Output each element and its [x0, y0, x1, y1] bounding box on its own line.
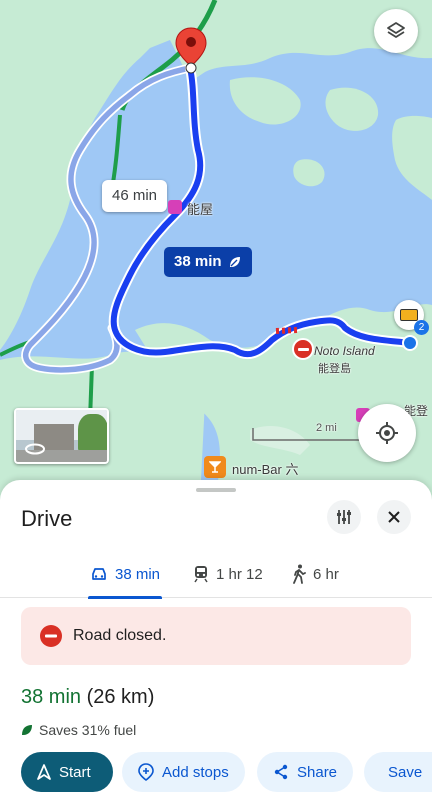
start-button[interactable]: Start — [21, 752, 113, 792]
close-icon — [388, 511, 400, 523]
hotel-poi-icon[interactable] — [168, 200, 182, 214]
sheet-drag-handle[interactable] — [196, 488, 236, 492]
walk-icon — [293, 564, 306, 584]
save-button[interactable]: Save — [364, 752, 432, 792]
tab-drive[interactable]: 38 min — [88, 550, 163, 599]
add-stops-label: Add stops — [162, 763, 229, 781]
add-location-icon — [138, 763, 154, 781]
save-label: Save — [388, 763, 423, 781]
route-duration: 38 min — [21, 686, 82, 708]
my-location-icon — [376, 422, 398, 444]
eco-leaf-icon — [229, 257, 240, 267]
no-entry-icon — [40, 625, 62, 647]
share-icon — [274, 764, 288, 780]
sheet-title: Drive — [21, 506, 73, 531]
train-icon — [194, 566, 208, 583]
street-view-thumbnail[interactable] — [14, 408, 109, 464]
place-label-noto-jp: 能登島 — [318, 363, 351, 375]
tab-transit[interactable]: 1 hr 12 — [193, 550, 263, 598]
road-closed-marker-icon[interactable] — [292, 338, 314, 360]
road-closed-alert[interactable]: Road closed. — [21, 607, 411, 665]
add-stops-button[interactable]: Add stops — [122, 752, 245, 792]
travel-mode-tabs: 38 min 1 hr 12 6 hr — [0, 550, 432, 599]
layers-button[interactable] — [374, 9, 418, 53]
close-button[interactable] — [377, 500, 411, 534]
map-view[interactable]: 46 min 38 min 能屋 Noto Island 能登島 能登 2 mi… — [0, 0, 432, 500]
my-location-button[interactable] — [358, 404, 416, 462]
tab-drive-label: 38 min — [115, 565, 161, 583]
vehicle-count-badge: 2 — [414, 320, 429, 335]
place-label-bar: num-Bar 六 — [232, 462, 299, 477]
fuel-savings-text: Saves 31% fuel — [39, 722, 137, 738]
alert-text: Road closed. — [73, 627, 167, 644]
main-route-time-label[interactable]: 38 min — [164, 247, 252, 277]
active-tab-indicator — [88, 596, 163, 599]
car-icon — [92, 568, 106, 580]
place-label-noto-island: Noto Island — [314, 344, 375, 358]
bar-poi-icon[interactable] — [204, 456, 226, 478]
destination-pin-icon[interactable] — [174, 26, 208, 74]
main-route-time-text: 38 min — [174, 253, 222, 270]
tab-walk[interactable]: 6 hr — [292, 550, 339, 598]
scale-label: 2 mi — [316, 422, 337, 434]
tab-transit-label: 1 hr 12 — [216, 565, 263, 583]
directions-sheet: Drive 38 min 1 hr 12 6 hr Road closed. 3… — [0, 480, 432, 800]
fuel-savings: Saves 31% fuel — [21, 722, 136, 738]
navigation-arrow-icon — [37, 764, 51, 780]
tune-icon — [337, 510, 351, 524]
eco-leaf-icon — [22, 725, 32, 735]
share-button[interactable]: Share — [257, 752, 354, 792]
rotate-360-icon — [25, 443, 45, 455]
share-label: Share — [297, 763, 338, 781]
place-label-noya: 能屋 — [187, 202, 214, 217]
action-chips: Start Add stops Share Save — [0, 752, 432, 794]
layers-icon — [387, 22, 405, 38]
tab-walk-label: 6 hr — [313, 565, 339, 583]
start-label: Start — [59, 763, 91, 781]
route-summary: 38 min (26 km) — [21, 686, 154, 709]
route-distance: (26 km) — [86, 686, 155, 708]
route-options-button[interactable] — [327, 500, 361, 534]
alt-route-time-label[interactable]: 46 min — [102, 180, 168, 212]
